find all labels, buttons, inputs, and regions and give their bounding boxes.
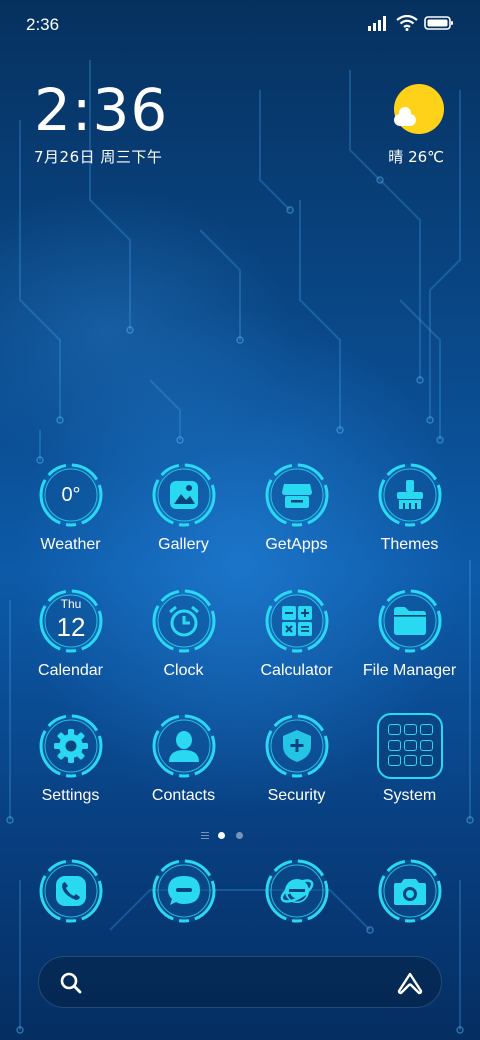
clock-widget[interactable]: 2:36 7月26日 周三下午 xyxy=(34,80,234,170)
page-dot-active xyxy=(218,832,225,839)
store-icon xyxy=(264,462,330,528)
person-icon xyxy=(151,713,217,779)
search-bar[interactable] xyxy=(38,956,442,1008)
page-dot xyxy=(236,832,243,839)
signal-icon xyxy=(368,16,386,31)
status-time: 2:36 xyxy=(26,15,60,34)
folder-icon xyxy=(377,588,443,654)
browser-icon xyxy=(264,858,330,924)
calculator-icon xyxy=(264,588,330,654)
app-system-folder[interactable]: System xyxy=(353,713,466,823)
app-calendar[interactable]: Thu 12 Calendar xyxy=(14,588,127,698)
clock-widget-time: 2:36 xyxy=(34,76,169,144)
dock-messages[interactable] xyxy=(127,858,240,930)
app-label: Gallery xyxy=(158,536,209,553)
weather-widget[interactable]: 晴 26℃ xyxy=(374,84,444,166)
status-bar: 2:36 xyxy=(0,0,480,50)
app-label: Security xyxy=(267,787,326,804)
app-contacts[interactable]: Contacts xyxy=(127,713,240,823)
page-list-icon xyxy=(201,832,209,839)
calendar-icon: Thu 12 xyxy=(38,588,104,654)
shield-icon xyxy=(264,713,330,779)
app-security[interactable]: Security xyxy=(240,713,353,823)
app-weather[interactable]: 0° Weather xyxy=(14,462,127,572)
app-label: Themes xyxy=(380,536,439,553)
app-settings[interactable]: Settings xyxy=(14,713,127,823)
weather-icon: 0° xyxy=(38,462,104,528)
app-file-manager[interactable]: File Manager xyxy=(353,588,466,698)
app-calculator[interactable]: Calculator xyxy=(240,588,353,698)
weather-widget-text: 晴 26℃ xyxy=(388,148,444,166)
app-label: Clock xyxy=(163,662,204,679)
message-icon xyxy=(151,858,217,924)
search-icon xyxy=(60,972,82,994)
app-label: Calendar xyxy=(38,662,103,679)
gear-icon xyxy=(38,713,104,779)
app-label: File Manager xyxy=(362,662,457,679)
app-themes[interactable]: Themes xyxy=(353,462,466,572)
system-folder-icon xyxy=(377,713,443,779)
calendar-day: Thu xyxy=(60,597,82,611)
app-label: System xyxy=(382,787,437,804)
camera-icon xyxy=(377,858,443,924)
gallery-icon xyxy=(151,462,217,528)
page-indicator[interactable] xyxy=(196,830,256,842)
dock xyxy=(14,858,466,930)
dock-phone[interactable] xyxy=(14,858,127,930)
app-label: Contacts xyxy=(151,787,216,804)
app-label: Calculator xyxy=(260,662,333,679)
battery-icon xyxy=(424,16,453,30)
app-gallery[interactable]: Gallery xyxy=(127,462,240,572)
cloud-icon xyxy=(394,107,416,126)
dock-camera[interactable] xyxy=(353,858,466,930)
app-label: GetApps xyxy=(265,536,328,553)
dock-browser[interactable] xyxy=(240,858,353,930)
calendar-date: 12 xyxy=(56,612,86,642)
app-label: Weather xyxy=(40,536,101,553)
brush-icon xyxy=(377,462,443,528)
phone-icon xyxy=(38,858,104,924)
assistant-icon[interactable] xyxy=(397,971,423,995)
wifi-icon xyxy=(396,15,418,31)
app-clock[interactable]: Clock xyxy=(127,588,240,698)
weather-temp: 0° xyxy=(61,483,81,506)
clock-widget-date: 7月26日 周三下午 xyxy=(34,148,163,166)
app-getapps[interactable]: GetApps xyxy=(240,462,353,572)
alarm-clock-icon xyxy=(151,588,217,654)
app-label: Settings xyxy=(41,787,100,804)
